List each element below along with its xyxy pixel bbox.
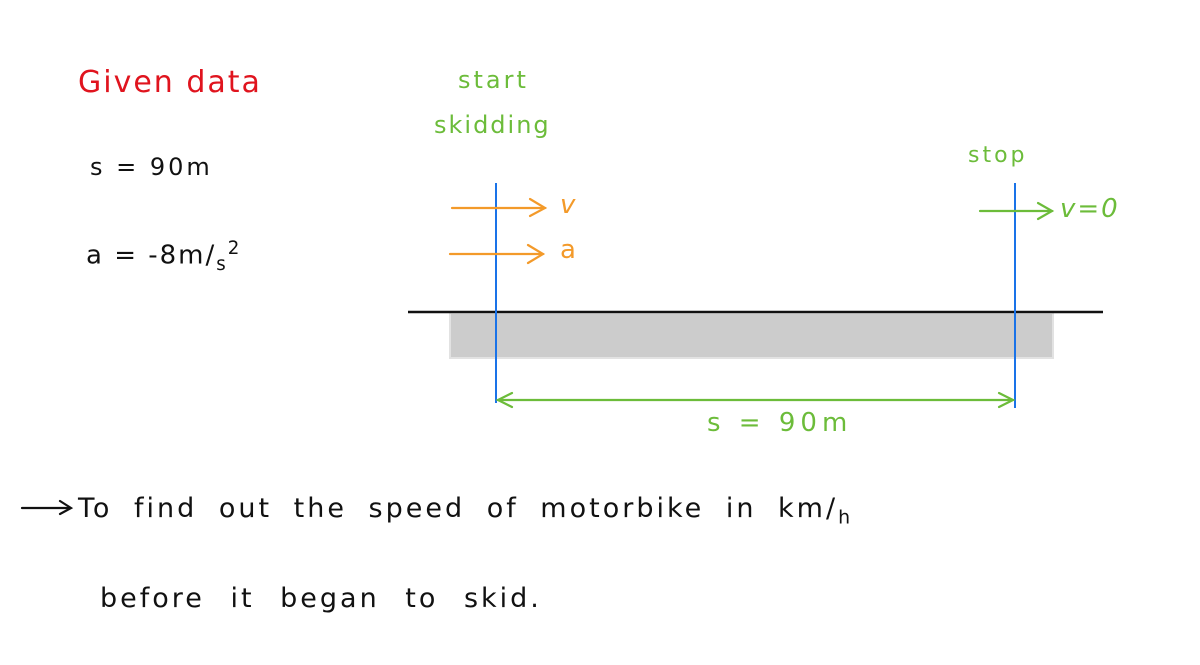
acceleration-label: a — [560, 235, 576, 265]
bullet-arrow-icon — [20, 499, 74, 516]
final-velocity-label: v=0 — [1060, 194, 1120, 224]
distance-label: s = 90m — [707, 408, 853, 438]
task-line-2: before it began to skid. — [100, 583, 542, 614]
road-surface — [449, 312, 1054, 359]
distance-arrow-icon — [495, 391, 1016, 409]
motion-diagram — [20, 183, 1103, 516]
unit-slash: / — [825, 493, 839, 524]
velocity-arrow-icon — [450, 197, 548, 218]
task-text: To find out the speed of motorbike in km — [78, 493, 826, 524]
task-line-1: To find out the speed of motorbike in km… — [78, 495, 853, 527]
velocity-label: v — [560, 190, 576, 220]
task-unit-denominator: h — [838, 506, 854, 529]
